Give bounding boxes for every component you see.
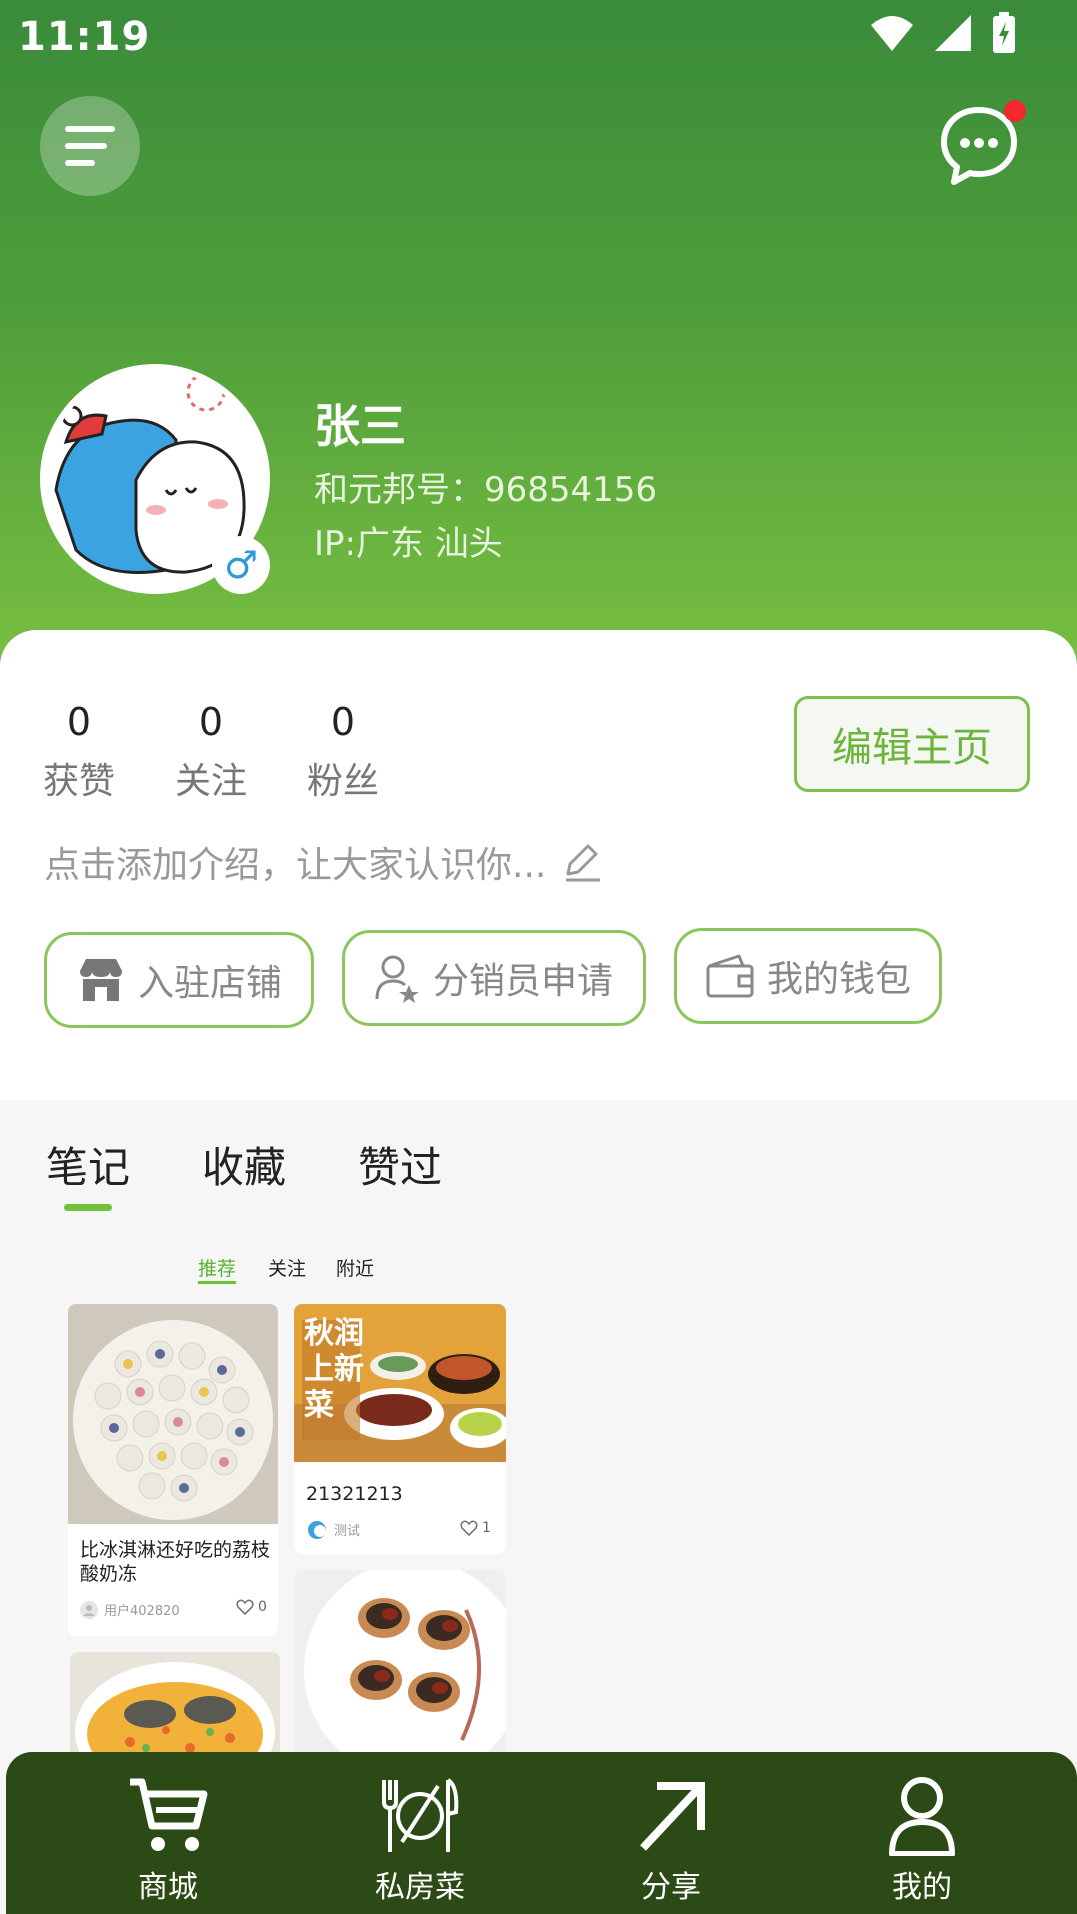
feed-card[interactable]: 比冰淇淋还好吃的荔枝酸奶冻 用户402820 0 [68, 1304, 278, 1636]
user-star-icon [375, 955, 419, 1003]
status-time: 11:19 [18, 14, 151, 60]
stat-fans-label: 粉丝 [306, 761, 379, 802]
battery-icon [993, 12, 1015, 53]
seafood-dish-image [70, 1652, 280, 1762]
lychee-dessert-image [68, 1304, 278, 1524]
nav-mine[interactable]: 我的 [852, 1776, 992, 1906]
message-button[interactable] [936, 96, 1028, 188]
stat-fans-value: 0 [330, 700, 356, 744]
nav-mall-label: 商城 [138, 1870, 198, 1905]
heart-icon [460, 1520, 478, 1536]
profile-header [0, 0, 1077, 700]
share-arrow-icon [640, 1782, 705, 1851]
distributor-apply-button[interactable]: 分销员申请 [342, 930, 646, 1026]
user-id: 和元邦号：96854156 [314, 470, 658, 510]
stat-following-value: 0 [198, 700, 224, 744]
user-avatar-icon [308, 1520, 326, 1539]
feed-like[interactable]: 1 [460, 1520, 491, 1536]
feed-author: 用户402820 [80, 1600, 180, 1619]
menu-icon [65, 126, 115, 166]
subtab-follow[interactable]: 关注 [268, 1254, 306, 1281]
user-avatar-icon [80, 1600, 98, 1619]
stat-likes-label: 获赞 [42, 761, 115, 802]
subtab-active-indicator [198, 1281, 236, 1284]
stat-likes[interactable]: 0 获赞 [34, 700, 124, 804]
intro-prompt[interactable]: 点击添加介绍，让大家认识你... [44, 836, 604, 888]
feed-title: 21321213 [306, 1483, 403, 1505]
person-icon [889, 1777, 955, 1856]
nav-share-label: 分享 [641, 1870, 701, 1905]
status-icons [869, 12, 1017, 54]
tab-liked[interactable]: 赞过 [358, 1134, 442, 1195]
nav-private-kitchen[interactable]: 私房菜 [350, 1776, 490, 1906]
edit-profile-button[interactable]: 编辑主页 [794, 696, 1030, 792]
nav-share[interactable]: 分享 [601, 1776, 741, 1906]
heart-icon [236, 1599, 254, 1615]
menu-button[interactable] [40, 96, 140, 196]
distributor-apply-label: 分销员申请 [432, 961, 613, 1002]
feed-title: 比冰淇淋还好吃的荔枝酸奶冻 [80, 1539, 271, 1585]
status-bar: 11:19 [0, 0, 1077, 80]
feed-author-name: 测试 [334, 1524, 361, 1539]
male-icon: ♂ [223, 543, 259, 587]
store-icon [79, 959, 122, 1001]
stat-following-label: 关注 [174, 761, 247, 802]
my-wallet-button[interactable]: 我的钱包 [674, 928, 942, 1024]
gender-badge: ♂ [212, 536, 270, 594]
intro-text: 点击添加介绍，让大家认识你... [44, 845, 547, 886]
feed-card[interactable] [70, 1652, 280, 1762]
my-wallet-label: 我的钱包 [766, 959, 911, 1000]
subtab-recommend[interactable]: 推荐 [198, 1254, 236, 1281]
tab-active-indicator [64, 1204, 112, 1211]
stat-following[interactable]: 0 关注 [166, 700, 256, 804]
pencil-icon [566, 844, 601, 882]
tab-notes[interactable]: 笔记 [46, 1134, 130, 1195]
feed-like-count: 1 [482, 1520, 491, 1536]
notification-dot [1004, 100, 1026, 122]
tart-dish-image [294, 1570, 506, 1760]
feed-card[interactable]: 秋润上新菜 21321213 测试 1 [294, 1304, 506, 1554]
feed-like[interactable]: 0 [236, 1599, 267, 1615]
wallet-icon [706, 954, 754, 998]
join-store-label: 入驻店铺 [137, 963, 282, 1004]
join-store-button[interactable]: 入驻店铺 [44, 932, 314, 1028]
user-ip: IP:广东 汕头 [314, 524, 503, 564]
image-overlay-text: 秋润上新菜 [304, 1316, 364, 1423]
nav-private-kitchen-label: 私房菜 [375, 1870, 465, 1905]
feed-author: 测试 [306, 1520, 360, 1539]
dining-icon [382, 1778, 459, 1852]
feed-author-name: 用户402820 [104, 1604, 180, 1619]
feed-like-count: 0 [258, 1599, 267, 1615]
signal-icon [935, 15, 971, 51]
wifi-icon [871, 16, 913, 51]
feed-card[interactable] [294, 1570, 506, 1760]
user-name: 张三 [314, 399, 406, 453]
cart-icon [130, 1778, 208, 1851]
nav-mall[interactable]: 商城 [98, 1776, 238, 1906]
subtab-nearby[interactable]: 附近 [336, 1254, 374, 1281]
nav-mine-label: 我的 [892, 1870, 952, 1905]
stat-fans[interactable]: 0 粉丝 [298, 700, 388, 804]
stat-likes-value: 0 [66, 700, 92, 744]
tab-favorites[interactable]: 收藏 [202, 1134, 286, 1195]
